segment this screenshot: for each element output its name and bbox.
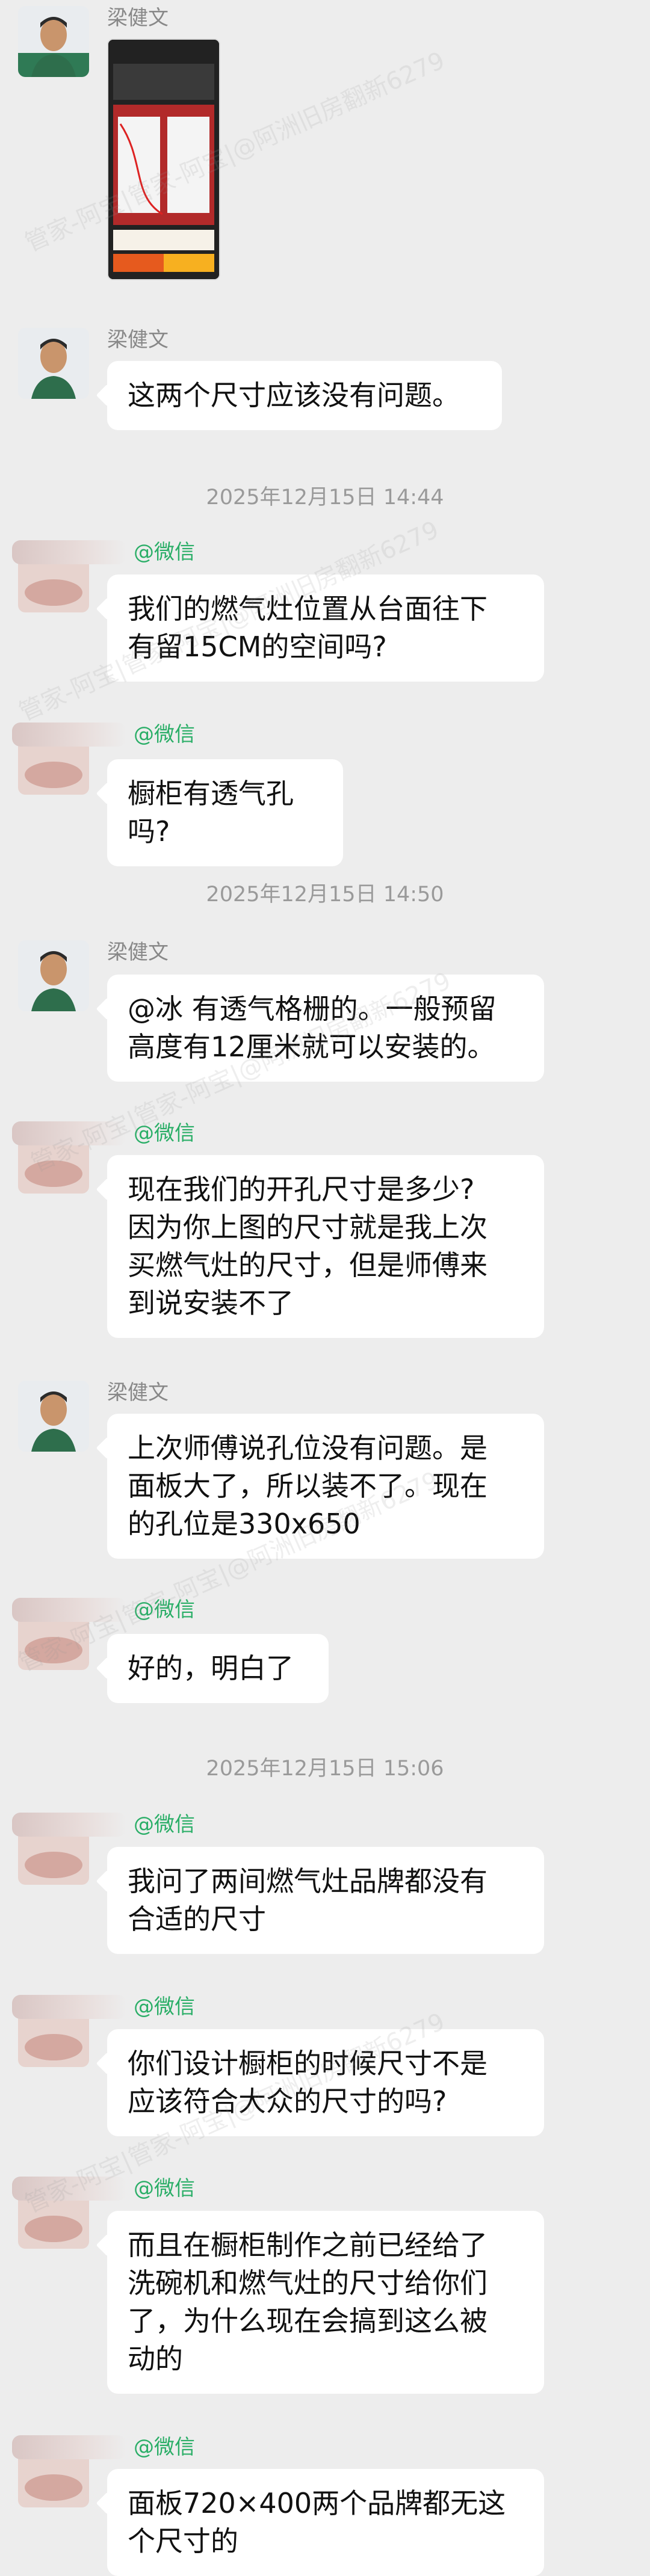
blurred-name xyxy=(12,723,126,747)
person-avatar-icon xyxy=(18,328,89,399)
timestamp: 2025年12月15日 15:06 xyxy=(206,1757,444,1781)
sender-name: 梁健文 xyxy=(107,1381,169,1405)
message-source: @微信 xyxy=(134,723,195,747)
message-source: @微信 xyxy=(134,2177,195,2201)
blurred-name xyxy=(12,1598,126,1622)
shared-image[interactable] xyxy=(107,39,220,280)
sender-name: 梁健文 xyxy=(107,328,169,352)
message-bubble[interactable]: 而且在橱柜制作之前已经给了 洗碗机和燃气灶的尺寸给你们 了，为什么现在会搞到这么… xyxy=(107,2211,544,2394)
message-bubble[interactable]: 面板720×400两个品牌都无这 个尺寸的 xyxy=(107,2469,544,2576)
blurred-name xyxy=(12,2177,126,2201)
message-source: @微信 xyxy=(134,540,195,564)
message-bubble[interactable]: 橱柜有透气孔吗? xyxy=(107,759,343,866)
avatar[interactable] xyxy=(18,1381,89,1452)
message-bubble[interactable]: 这两个尺寸应该没有问题。 xyxy=(107,361,502,430)
message-bubble[interactable]: 现在我们的开孔尺寸是多少? 因为你上图的尺寸就是我上次 买燃气灶的尺寸，但是师傅… xyxy=(107,1155,544,1338)
avatar[interactable] xyxy=(18,328,89,399)
blurred-name xyxy=(12,1813,126,1837)
person-avatar-icon xyxy=(18,6,89,77)
timestamp: 2025年12月15日 14:50 xyxy=(206,883,444,907)
person-avatar-icon xyxy=(18,940,89,1011)
message-source: @微信 xyxy=(134,2435,195,2459)
message-bubble[interactable]: @冰 有透气格栅的。一般预留 高度有12厘米就可以安装的。 xyxy=(107,975,544,1082)
blurred-name xyxy=(12,1121,126,1145)
avatar[interactable] xyxy=(18,6,89,77)
avatar[interactable] xyxy=(18,940,89,1011)
message-bubble[interactable]: 上次师傅说孔位没有问题。是 面板大了，所以装不了。现在 的孔位是330x650 xyxy=(107,1414,544,1559)
message-bubble[interactable]: 好的，明白了 xyxy=(107,1634,329,1703)
person-avatar-icon xyxy=(18,1381,89,1452)
blurred-name xyxy=(12,540,126,564)
message-source: @微信 xyxy=(134,1598,195,1622)
message-bubble[interactable]: 你们设计橱柜的时候尺寸不是 应该符合大众的尺寸的吗? xyxy=(107,2029,544,2136)
message-source: @微信 xyxy=(134,1813,195,1837)
blurred-name xyxy=(12,1995,126,2019)
sender-name: 梁健文 xyxy=(107,6,169,30)
timestamp: 2025年12月15日 14:44 xyxy=(206,485,444,510)
message-source: @微信 xyxy=(134,1995,195,2019)
blurred-name xyxy=(12,2435,126,2459)
message-bubble[interactable]: 我们的燃气灶位置从台面往下 有留15CM的空间吗? xyxy=(107,575,544,682)
message-bubble[interactable]: 我问了两间燃气灶品牌都没有 合适的尺寸 xyxy=(107,1847,544,1954)
sender-name: 梁健文 xyxy=(107,940,169,964)
message-source: @微信 xyxy=(134,1121,195,1145)
